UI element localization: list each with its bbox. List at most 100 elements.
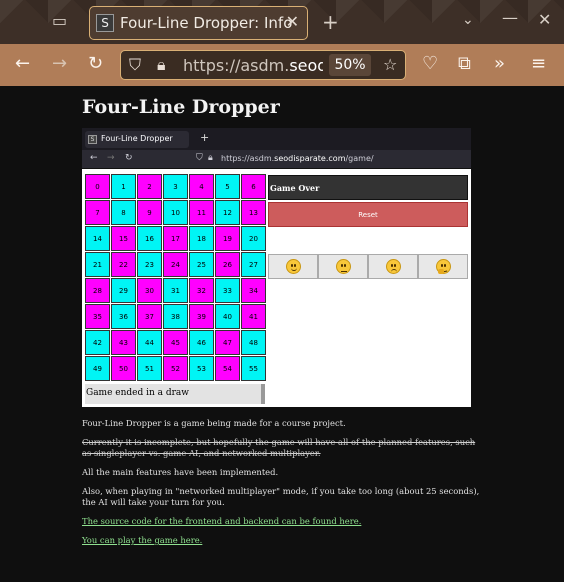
board-cell: 31 <box>163 278 188 303</box>
neutral-face-icon <box>335 259 351 274</box>
board-cell: 26 <box>215 252 240 277</box>
lock-icon[interactable]: 🔒︎ <box>157 55 166 75</box>
board-cell: 41 <box>241 304 266 329</box>
board-cell: 32 <box>189 278 214 303</box>
board-cell: 15 <box>111 226 136 251</box>
incomplete-paragraph: Currently it is incomplete, but hopefull… <box>82 437 476 458</box>
board-cell: 47 <box>215 330 240 355</box>
message-bar: Game ended in a draw <box>85 384 265 404</box>
page-title: Four-Line Dropper <box>82 96 280 118</box>
board-cell: 42 <box>85 330 110 355</box>
board-cell: 16 <box>137 226 162 251</box>
board-cell: 11 <box>189 200 214 225</box>
board-cell: 14 <box>85 226 110 251</box>
board-cell: 18 <box>189 226 214 251</box>
board-cell: 29 <box>111 278 136 303</box>
intro-paragraph: Four-Line Dropper is a game being made f… <box>82 418 346 428</box>
emoji-buttons <box>268 254 470 279</box>
board-cell: 10 <box>163 200 188 225</box>
tab-title: Four-Line Dropper: Info <box>120 14 293 32</box>
screenshot-shield-icon: ⛉ <box>196 153 203 163</box>
screenshot-new-tab-icon: + <box>200 131 210 144</box>
board-cell: 24 <box>163 252 188 277</box>
board-cell: 38 <box>163 304 188 329</box>
board-cell: 4 <box>189 174 214 199</box>
bookmark-star-icon[interactable]: ☆ <box>383 55 397 74</box>
game-screenshot: S Four-Line Dropper + ← → ↻ ⛉ 🔒︎ https:/… <box>82 128 471 407</box>
board-cell: 33 <box>215 278 240 303</box>
board-cell: 46 <box>189 330 214 355</box>
close-tab-icon[interactable]: ✕ <box>286 12 299 31</box>
tab-active[interactable]: S Four-Line Dropper: Info ✕ <box>89 6 308 40</box>
menu-icon[interactable]: ≡ <box>531 53 546 75</box>
emoji-button-thinking <box>418 254 468 279</box>
board-cell: 23 <box>137 252 162 277</box>
shield-icon[interactable]: ⛉ <box>129 55 141 75</box>
new-tab-icon[interactable]: + <box>322 10 339 34</box>
zoom-level[interactable]: 50% <box>329 54 371 76</box>
url-text[interactable]: https://asdm.seodisp <box>183 56 323 75</box>
board-cell: 36 <box>111 304 136 329</box>
board-cell: 7 <box>85 200 110 225</box>
board-cell: 52 <box>163 356 188 381</box>
screenshot-tab-bar: S Four-Line Dropper + <box>82 128 471 150</box>
board-cell: 12 <box>215 200 240 225</box>
screenshot-reload-icon: ↻ <box>125 153 133 163</box>
url-domain: seodisp <box>289 56 323 75</box>
game-message: Game ended in a draw <box>86 388 190 398</box>
play-game-link[interactable]: You can play the game here. <box>82 535 202 545</box>
url-prefix: https://asdm. <box>183 56 290 75</box>
board-cell: 35 <box>85 304 110 329</box>
tab-bar: ▭ S Four-Line Dropper: Info ✕ + ⌄ — ✕ <box>0 0 564 44</box>
game-board: 0 1 2 3 4 5 6 7 8 9 10 11 12 13 14 15 16 17 18 19 20 21 22 23 24… <box>85 174 267 382</box>
screenshot-forward-icon: → <box>107 153 115 163</box>
board-cell: 54 <box>215 356 240 381</box>
board-cell: 20 <box>241 226 266 251</box>
board-cell: 2 <box>137 174 162 199</box>
board-cell: 1 <box>111 174 136 199</box>
screenshot-tab: S Four-Line Dropper <box>85 131 189 148</box>
board-cell: 51 <box>137 356 162 381</box>
board-cell: 27 <box>241 252 266 277</box>
board-cell: 45 <box>163 330 188 355</box>
pocket-icon[interactable]: ♡ <box>422 53 438 75</box>
multiplayer-paragraph: Also, when playing in "networked multipl… <box>82 486 480 507</box>
url-bar[interactable]: ⛉ 🔒︎ https://asdm.seodisp 50% ☆ <box>120 50 406 80</box>
board-cell: 30 <box>137 278 162 303</box>
board-cell: 34 <box>241 278 266 303</box>
overflow-icon[interactable]: » <box>494 53 505 75</box>
minimize-icon[interactable]: — <box>502 8 518 27</box>
tab-overview-icon[interactable]: ▭ <box>52 11 67 30</box>
screenshot-url-prefix: https://asdm. <box>221 154 275 163</box>
screenshot-tab-title: Four-Line Dropper <box>101 134 173 143</box>
board-cell: 22 <box>111 252 136 277</box>
reset-label: Reset <box>358 211 378 219</box>
extensions-icon[interactable]: ⧉ <box>458 53 471 75</box>
reload-icon[interactable]: ↻ <box>88 53 103 75</box>
status-text: Game Over <box>270 183 320 193</box>
board-cell: 40 <box>215 304 240 329</box>
close-window-icon[interactable]: ✕ <box>538 10 551 29</box>
board-cell: 9 <box>137 200 162 225</box>
screenshot-lock-icon: 🔒︎ <box>208 153 213 163</box>
board-cell: 3 <box>163 174 188 199</box>
screenshot-url: https://asdm.seodisparate.com/game/ <box>221 154 374 163</box>
board-cell: 53 <box>189 356 214 381</box>
forward-icon[interactable]: → <box>52 53 67 75</box>
board-cell: 49 <box>85 356 110 381</box>
board-cell: 43 <box>111 330 136 355</box>
features-paragraph: All the main features have been implemen… <box>82 467 279 477</box>
screenshot-url-path: /game/ <box>345 154 374 163</box>
board-cell: 37 <box>137 304 162 329</box>
emoji-button-smile <box>268 254 318 279</box>
chevron-down-icon[interactable]: ⌄ <box>462 12 474 28</box>
back-icon[interactable]: ← <box>15 53 30 75</box>
reset-button: Reset <box>268 202 468 227</box>
board-cell: 5 <box>215 174 240 199</box>
board-cell: 21 <box>85 252 110 277</box>
source-code-link[interactable]: The source code for the frontend and bac… <box>82 516 361 526</box>
play-paragraph: You can play the game here. <box>82 535 482 546</box>
board-cell: 39 <box>189 304 214 329</box>
emoji-button-neutral <box>318 254 368 279</box>
board-cell: 19 <box>215 226 240 251</box>
